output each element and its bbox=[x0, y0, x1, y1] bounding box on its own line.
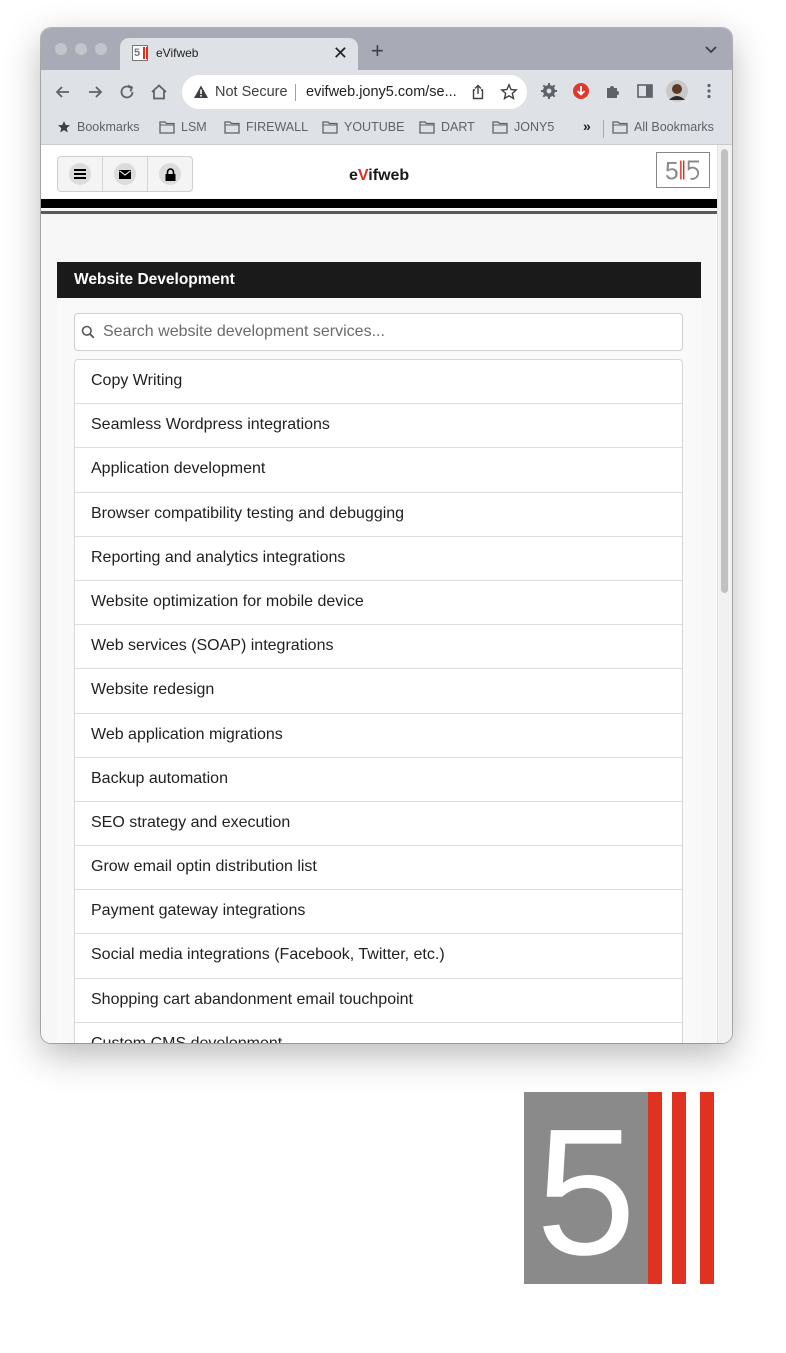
security-label[interactable]: Not Secure bbox=[215, 84, 288, 100]
url-text[interactable]: evifweb.jony5.com/se... bbox=[306, 84, 457, 100]
search-input[interactable] bbox=[103, 318, 673, 346]
logo-image: 5 bbox=[524, 1092, 714, 1284]
bookmark-label: FIREWALL bbox=[246, 120, 309, 134]
mail-icon bbox=[119, 169, 131, 179]
service-list-item[interactable]: Browser compatibility testing and debugg… bbox=[75, 493, 682, 537]
bookmark-label: DART bbox=[441, 120, 475, 134]
bookmark-star-icon[interactable] bbox=[500, 83, 518, 101]
tab-title: eVifweb bbox=[156, 46, 199, 60]
favicon-icon: 5 bbox=[132, 45, 148, 61]
star-icon bbox=[58, 121, 70, 133]
service-list-item[interactable]: Payment gateway integrations bbox=[75, 890, 682, 935]
bookmark-folder[interactable]: FIREWALL bbox=[224, 120, 308, 134]
reload-icon[interactable] bbox=[117, 82, 137, 102]
panel-title: Website Development bbox=[74, 271, 235, 288]
address-separator bbox=[295, 84, 296, 101]
service-list-item[interactable]: Web services (SOAP) integrations bbox=[75, 625, 682, 670]
service-list-item[interactable]: Web application migrations bbox=[75, 714, 682, 758]
extensions-puzzle-icon[interactable] bbox=[604, 82, 622, 100]
folder-icon bbox=[224, 121, 240, 134]
tab-bar: 5 eVifweb ✕ + bbox=[41, 28, 732, 70]
search-icon bbox=[81, 325, 95, 339]
warning-icon[interactable] bbox=[193, 84, 209, 100]
panel-header: Website Development bbox=[57, 262, 701, 298]
new-tab-button[interactable]: + bbox=[371, 38, 384, 64]
site-title-accent: V bbox=[357, 167, 369, 184]
bookmark-label: Bookmarks bbox=[77, 120, 140, 134]
bookmark-label: YOUTUBE bbox=[344, 120, 405, 134]
service-list-item[interactable]: Seamless Wordpress integrations bbox=[75, 404, 682, 449]
bookmark-label: JONY5 bbox=[514, 120, 555, 134]
minimize-window-button[interactable] bbox=[75, 43, 87, 55]
service-list-item[interactable]: Grow email optin distribution list bbox=[75, 846, 682, 891]
bookmark-folder[interactable]: JONY5 bbox=[492, 120, 554, 134]
service-list-item[interactable]: Custom CMS development bbox=[75, 1023, 682, 1043]
browser-toolbar: Not Secure evifweb.jony5.com/se... bbox=[41, 70, 732, 114]
service-list-item[interactable]: Shopping cart abandonment email touchpoi… bbox=[75, 979, 682, 1023]
forward-icon[interactable] bbox=[85, 82, 105, 102]
scrollbar-thumb[interactable] bbox=[721, 149, 728, 593]
menu-button[interactable] bbox=[58, 157, 103, 191]
settings-extension-icon[interactable] bbox=[540, 82, 558, 100]
folder-icon bbox=[322, 121, 338, 134]
site-title-prefix: e bbox=[349, 167, 358, 184]
header-divider bbox=[41, 199, 717, 208]
bookmark-label: LSM bbox=[181, 120, 207, 134]
site-title[interactable]: eVifweb bbox=[349, 167, 409, 185]
kebab-menu-icon[interactable] bbox=[701, 82, 717, 100]
bookmark-item[interactable]: Bookmarks bbox=[57, 120, 140, 134]
bookmarks-bar: Bookmarks LSM FIREWALL YOUTUBE DART JONY… bbox=[41, 114, 732, 145]
home-icon[interactable] bbox=[149, 82, 169, 102]
lock-button[interactable] bbox=[148, 157, 192, 191]
side-panel-icon[interactable] bbox=[636, 82, 654, 100]
folder-icon bbox=[492, 121, 508, 134]
services-panel: Website Development Copy WritingSeamless… bbox=[57, 262, 701, 1043]
bookmark-folder[interactable]: YOUTUBE bbox=[322, 120, 404, 134]
browser-window: 5 eVifweb ✕ + Not Secure evifweb.jony5.c… bbox=[41, 28, 732, 1043]
folder-icon bbox=[159, 121, 175, 134]
all-bookmarks-label: All Bookmarks bbox=[634, 120, 714, 134]
menu-icon bbox=[74, 169, 86, 179]
logo-numeral: 5 bbox=[536, 1092, 636, 1284]
close-window-button[interactable] bbox=[55, 43, 67, 55]
close-tab-icon[interactable]: ✕ bbox=[333, 43, 348, 63]
browser-tab[interactable]: 5 eVifweb ✕ bbox=[120, 38, 358, 70]
service-list-item[interactable]: SEO strategy and execution bbox=[75, 802, 682, 847]
lock-icon bbox=[165, 167, 175, 181]
profile-avatar-icon[interactable] bbox=[666, 80, 688, 102]
back-icon[interactable] bbox=[53, 82, 73, 102]
bookmarks-separator bbox=[603, 120, 604, 138]
address-bar[interactable]: Not Secure evifweb.jony5.com/se... bbox=[182, 75, 527, 109]
service-list-item[interactable]: Application development bbox=[75, 448, 682, 493]
service-list-item[interactable]: Reporting and analytics integrations bbox=[75, 537, 682, 581]
page-viewport: eVifweb 5 Website Development Co bbox=[41, 145, 732, 1043]
header-button-group bbox=[57, 156, 193, 192]
service-list-item[interactable]: Website redesign bbox=[75, 669, 682, 714]
folder-icon bbox=[419, 121, 435, 134]
download-extension-icon[interactable] bbox=[572, 82, 590, 100]
folder-icon bbox=[612, 121, 628, 134]
site-header: eVifweb 5 bbox=[41, 145, 717, 198]
bookmark-folder[interactable]: LSM bbox=[159, 120, 207, 134]
mail-button[interactable] bbox=[103, 157, 148, 191]
service-list-item[interactable]: Website optimization for mobile device bbox=[75, 581, 682, 626]
site-logo-numeral: 5 bbox=[665, 158, 679, 185]
service-list-item[interactable]: Copy Writing bbox=[75, 360, 682, 405]
all-bookmarks-folder[interactable]: All Bookmarks bbox=[612, 120, 714, 134]
zoom-window-button[interactable] bbox=[95, 43, 107, 55]
service-list: Copy Writing Seamless Wordpress integrati… bbox=[74, 359, 683, 1043]
bookmark-folder[interactable]: DART bbox=[419, 120, 475, 134]
tab-search-chevron-icon[interactable] bbox=[704, 42, 718, 56]
header-divider-thin bbox=[41, 211, 717, 214]
search-box[interactable] bbox=[74, 313, 683, 351]
site-title-suffix: ifweb bbox=[368, 167, 410, 184]
share-icon[interactable] bbox=[470, 84, 486, 100]
service-list-item[interactable]: Social media integrations (Facebook, Twi… bbox=[75, 934, 682, 979]
service-list-item[interactable]: Backup automation bbox=[75, 758, 682, 802]
bookmarks-overflow-button[interactable]: » bbox=[583, 118, 591, 134]
site-logo[interactable]: 5 bbox=[656, 152, 710, 188]
